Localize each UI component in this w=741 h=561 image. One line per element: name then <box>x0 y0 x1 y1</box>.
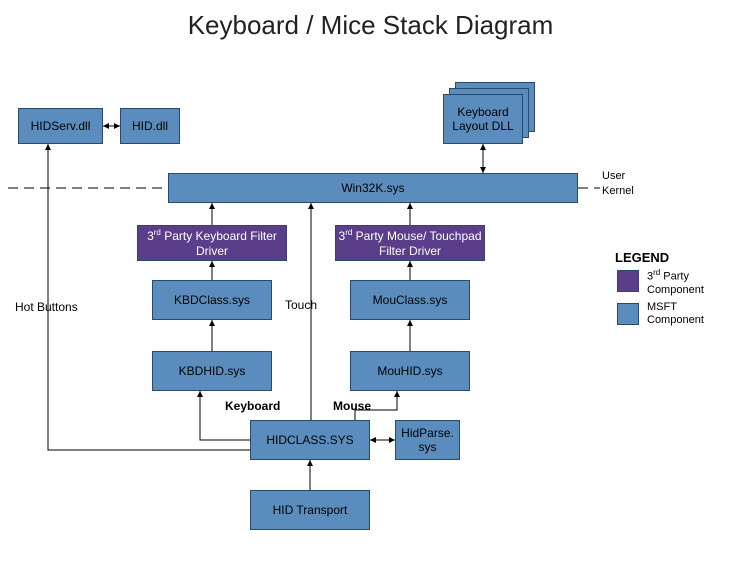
hidserv-box: HIDServ.dll <box>18 108 103 144</box>
user-label: User <box>602 170 625 182</box>
mouclass-box: MouClass.sys <box>350 280 470 320</box>
hidclass-box: HIDCLASS.SYS <box>250 420 370 460</box>
hiddll-box: HID.dll <box>120 108 180 144</box>
mouhid-label: MouHID.sys <box>377 364 442 378</box>
kbdclass-label: KBDClass.sys <box>174 293 250 307</box>
hidclass-label: HIDCLASS.SYS <box>266 433 353 447</box>
legend-msft-swatch <box>617 303 639 325</box>
mouclass-label: MouClass.sys <box>373 293 448 307</box>
win32k-box: Win32K.sys <box>168 173 578 203</box>
legend-third-swatch <box>617 270 639 292</box>
diagram-title: Keyboard / Mice Stack Diagram <box>0 10 741 41</box>
kbd-layout-dll-box: Keyboard Layout DLL <box>443 94 523 144</box>
win32k-label: Win32K.sys <box>341 181 404 195</box>
legend-msft-label: MSFT Component <box>647 301 727 327</box>
mouhid-box: MouHID.sys <box>350 351 470 391</box>
kernel-label: Kernel <box>602 185 634 197</box>
mouse-label: Mouse <box>333 399 371 413</box>
hidtransport-label: HID Transport <box>273 503 348 517</box>
kbd-filter-label: 3rd Party Keyboard Filter Driver <box>140 228 284 258</box>
legend-third-label: 3rd Party Component <box>647 268 727 297</box>
hiddll-label: HID.dll <box>132 119 168 133</box>
kbd-layout-dll-label: Keyboard Layout DLL <box>446 105 520 134</box>
hot-buttons-label: Hot Buttons <box>15 300 78 314</box>
mouse-filter-box: 3rd Party Mouse/ Touchpad Filter Driver <box>335 225 485 261</box>
kbdclass-box: KBDClass.sys <box>152 280 272 320</box>
hidparse-box: HidParse. sys <box>395 420 460 460</box>
kbdhid-box: KBDHID.sys <box>152 351 272 391</box>
touch-label: Touch <box>285 298 317 312</box>
hidtransport-box: HID Transport <box>250 490 370 530</box>
kbd-filter-box: 3rd Party Keyboard Filter Driver <box>137 225 287 261</box>
hidparse-label: HidParse. sys <box>398 426 457 455</box>
keyboard-label: Keyboard <box>225 399 280 413</box>
hidserv-label: HIDServ.dll <box>31 119 91 133</box>
legend-title: LEGEND <box>615 250 669 265</box>
kbdhid-label: KBDHID.sys <box>179 364 246 378</box>
mouse-filter-label: 3rd Party Mouse/ Touchpad Filter Driver <box>338 228 482 258</box>
